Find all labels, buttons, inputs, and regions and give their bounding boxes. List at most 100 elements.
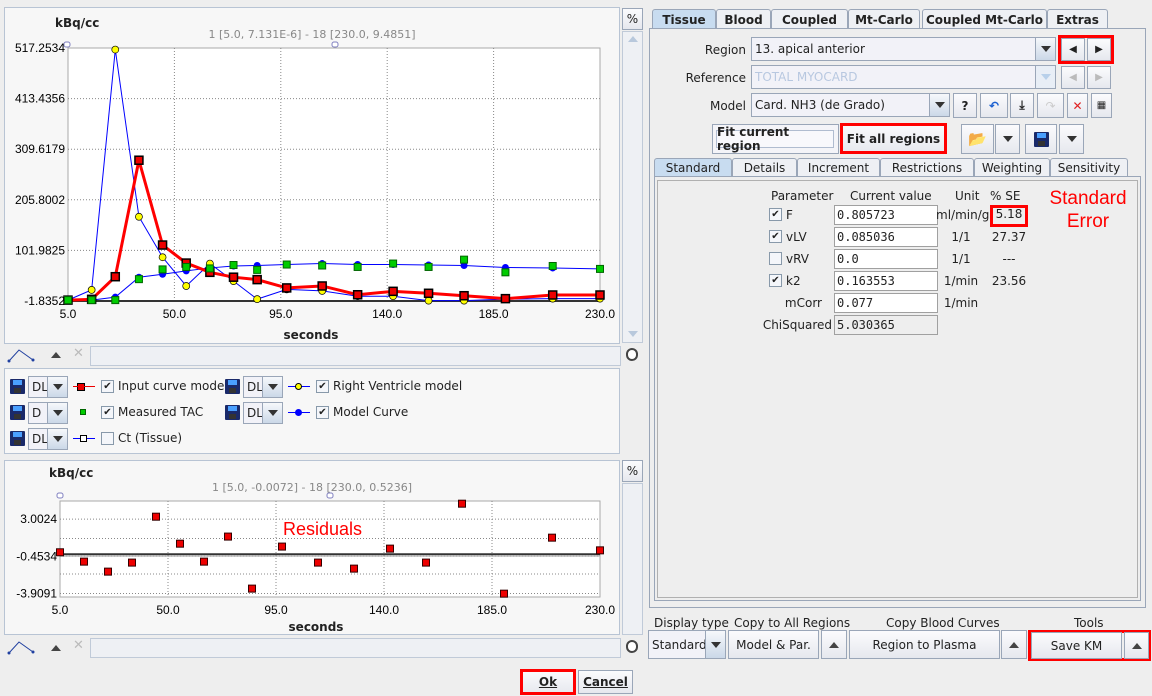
- tab-mt-carlo[interactable]: Mt-Carlo: [848, 9, 920, 29]
- residual-point: [176, 539, 184, 548]
- cancel-label: Cancel: [583, 675, 628, 689]
- residual-percent-button[interactable]: %: [622, 460, 643, 482]
- copy-blood-button[interactable]: Region to Plasma: [849, 630, 1000, 659]
- param-header: Parameter: [771, 189, 834, 203]
- residual-point: [152, 512, 160, 521]
- x-tick-label: 185.0: [477, 603, 507, 617]
- residual-point: [314, 558, 322, 567]
- residual-expand-up-icon[interactable]: [51, 645, 61, 651]
- param-vLV-value[interactable]: 0.085036: [834, 227, 938, 247]
- fit-all-regions-button[interactable]: Fit all regions: [840, 123, 947, 154]
- open-menu-button[interactable]: [995, 124, 1020, 154]
- param-se: ---: [1002, 252, 1016, 266]
- open-folder-button[interactable]: 📂: [961, 124, 994, 154]
- subtab-increment[interactable]: Increment: [797, 158, 880, 177]
- calculator-icon[interactable]: ▦: [1091, 93, 1112, 118]
- next-region-button[interactable]: ▶: [1087, 38, 1111, 61]
- reference-value: TOTAL MYOCARD: [755, 70, 858, 84]
- residual-toggle-icon[interactable]: [626, 640, 638, 653]
- save-km-button[interactable]: Save KM: [1031, 632, 1122, 659]
- zoom-handle: [326, 492, 334, 499]
- main-percent-button[interactable]: %: [622, 8, 643, 30]
- save-button[interactable]: [1025, 124, 1057, 154]
- zoom-handle: [56, 492, 64, 499]
- residual-vertical-scrollbar[interactable]: [622, 483, 643, 635]
- param-ChiSquared-value: 5.030365: [834, 315, 938, 335]
- subtab-restrictions[interactable]: Restrictions: [880, 158, 974, 177]
- region-value: 13. apical anterior: [755, 42, 865, 56]
- model-select[interactable]: Card. NH3 (de Grado): [751, 93, 950, 117]
- param-name: vLV: [786, 230, 807, 244]
- param-name: ChiSquared: [762, 318, 832, 332]
- copy-all-label: Copy to All Regions: [734, 616, 851, 630]
- fit-current-region-button[interactable]: Fit current region: [716, 125, 834, 153]
- model-value: Card. NH3 (de Grado): [755, 98, 885, 112]
- previous-reference-button: ◀: [1061, 66, 1085, 89]
- residual-point: [548, 533, 556, 542]
- y-tick-label: 3.0024: [20, 512, 57, 526]
- param-name: F: [786, 208, 793, 222]
- y-tick-label: -3.9091: [16, 586, 57, 600]
- param-vRV-checkbox[interactable]: [769, 252, 782, 265]
- residual-point: [386, 544, 394, 553]
- param-vLV-checkbox[interactable]: ✔: [769, 230, 782, 243]
- param-unit: ml/min/g: [936, 208, 990, 222]
- y-tick-label: -0.4534: [16, 549, 57, 563]
- tools-menu-button[interactable]: [1124, 632, 1149, 659]
- param-se: 5.18: [990, 205, 1028, 227]
- display-type-value: Standard: [652, 637, 707, 652]
- tab-extras[interactable]: Extras: [1047, 9, 1108, 29]
- model-help-button[interactable]: ?: [953, 93, 977, 118]
- residual-point: [350, 564, 358, 573]
- value-header: Current value: [850, 189, 932, 203]
- tab-blood[interactable]: Blood: [716, 9, 771, 29]
- plot-area: [59, 500, 601, 598]
- ok-button[interactable]: Ok: [520, 669, 576, 695]
- download-button[interactable]: ⤓: [1010, 93, 1034, 118]
- copy-all-button[interactable]: Model & Par.: [728, 630, 819, 659]
- tab-coupled-mt-carlo[interactable]: Coupled Mt-Carlo: [922, 9, 1047, 29]
- residual-curve-style-icon[interactable]: [7, 639, 37, 655]
- toggle-icon[interactable]: [626, 348, 638, 361]
- param-name: k2: [786, 274, 801, 288]
- model-label: Model: [709, 99, 746, 113]
- residual-point: [200, 557, 208, 566]
- tab-tissue[interactable]: Tissue: [652, 9, 716, 29]
- param-F-checkbox[interactable]: ✔: [769, 208, 782, 221]
- param-vRV-value[interactable]: 0.0: [834, 249, 938, 269]
- param-k2-checkbox[interactable]: ✔: [769, 274, 782, 287]
- unit-header: Unit: [955, 189, 980, 203]
- save-menu-button[interactable]: [1059, 124, 1084, 154]
- param-name: mCorr: [784, 296, 822, 310]
- param-unit: 1/min: [943, 296, 979, 310]
- residual-horizontal-scrollbar[interactable]: [90, 638, 621, 658]
- param-k2-value[interactable]: 0.163553: [834, 271, 938, 291]
- display-type-select[interactable]: Standard: [648, 630, 726, 659]
- residual-close-icon[interactable]: ✕: [73, 638, 84, 653]
- redo-button: ↷: [1037, 93, 1064, 118]
- x-tick-label: 95.0: [264, 603, 288, 617]
- undo-button[interactable]: ↶: [980, 93, 1008, 118]
- param-mCorr-value[interactable]: 0.077: [834, 293, 938, 313]
- display-type-label: Display type: [654, 616, 729, 630]
- annotation-line-1: Standard: [1049, 188, 1127, 209]
- reset-button[interactable]: ✕: [1067, 93, 1088, 118]
- subtab-sensitivity[interactable]: Sensitivity: [1050, 158, 1128, 177]
- copy-blood-menu-button[interactable]: [1001, 630, 1027, 659]
- cancel-button[interactable]: Cancel: [578, 670, 633, 694]
- next-reference-button: ▶: [1087, 66, 1111, 89]
- subtab-standard[interactable]: Standard: [654, 158, 732, 177]
- residual-point: [596, 546, 604, 555]
- subtab-details[interactable]: Details: [732, 158, 797, 177]
- subtab-weighting[interactable]: Weighting: [974, 158, 1050, 177]
- main-vertical-scrollbar[interactable]: [622, 31, 643, 343]
- previous-region-button[interactable]: ◀: [1061, 38, 1085, 61]
- region-select[interactable]: 13. apical anterior: [751, 37, 1056, 61]
- residual-chart[interactable]: 5.0 50.0 95.0 140.0 185.0 230.0 3.0024 -0.4534 -…: [0, 0, 625, 640]
- tab-coupled[interactable]: Coupled: [771, 9, 848, 29]
- param-unit: 1/1: [951, 252, 971, 266]
- param-F-value[interactable]: 0.805723: [834, 205, 938, 225]
- residual-point: [500, 589, 508, 598]
- copy-all-menu-button[interactable]: [821, 630, 847, 659]
- residual-point: [128, 558, 136, 567]
